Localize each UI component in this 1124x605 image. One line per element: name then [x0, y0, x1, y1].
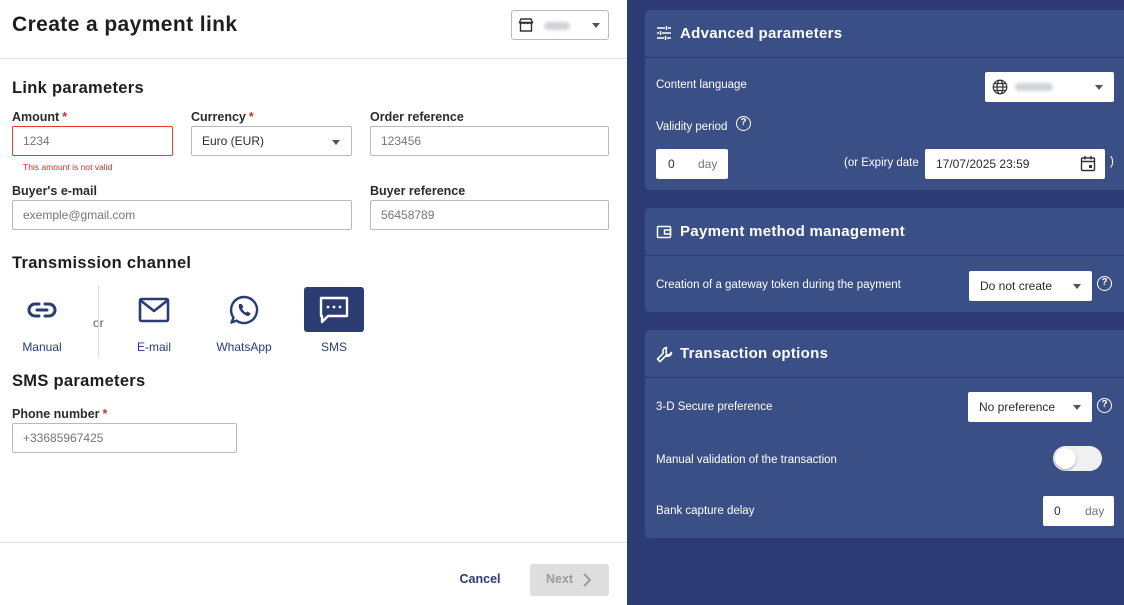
gateway-token-help-icon[interactable]: ?	[1097, 276, 1112, 291]
buyer-email-input[interactable]	[12, 200, 352, 230]
secure-preference-label: 3-D Secure preference	[656, 401, 773, 413]
transaction-options-header: Transaction options	[645, 330, 1124, 378]
chevron-down-icon	[332, 140, 340, 145]
manual-validation-toggle[interactable]	[1053, 446, 1102, 471]
validity-period-input[interactable]: 0 day	[656, 149, 728, 179]
bank-capture-delay-label: Bank capture delay	[656, 505, 755, 517]
expiry-date-input[interactable]: 17/07/2025 23:59	[925, 149, 1105, 179]
phone-number-input[interactable]	[12, 423, 237, 453]
buyer-email-label: Buyer's e-mail	[12, 184, 97, 198]
toggle-knob	[1055, 448, 1076, 469]
link-icon	[12, 287, 72, 332]
wrench-icon	[656, 346, 673, 368]
channel-separator	[98, 286, 99, 358]
buyer-reference-label: Buyer reference	[370, 184, 466, 198]
page-title: Create a payment link	[12, 13, 238, 36]
gateway-token-label: Creation of a gateway token during the p…	[656, 279, 901, 291]
calendar-icon[interactable]	[1080, 155, 1096, 175]
payment-method-header: Payment method management	[645, 208, 1124, 256]
channel-manual-label: Manual	[22, 340, 62, 354]
advanced-parameters-header: Advanced parameters	[645, 10, 1124, 58]
sms-parameters-heading: SMS parameters	[12, 372, 146, 390]
footer-divider	[0, 542, 627, 543]
expiry-date-label: (or Expiry date	[844, 157, 919, 169]
sliders-icon	[656, 25, 672, 46]
payment-method-card: Payment method management Creation of a …	[645, 208, 1124, 312]
channel-email[interactable]: E-mail	[124, 287, 184, 357]
chevron-down-icon	[592, 23, 600, 28]
buyer-reference-input[interactable]	[370, 200, 609, 230]
advanced-side-panel: Advanced parameters Content language Val…	[627, 0, 1124, 605]
amount-error: This amount is not valid	[23, 162, 113, 172]
transmission-channel-heading: Transmission channel	[12, 254, 192, 272]
currency-select[interactable]: Euro (EUR)	[191, 126, 352, 156]
wallet-icon	[656, 224, 672, 245]
shop-select-value	[544, 22, 570, 30]
order-reference-label: Order reference	[370, 110, 464, 124]
link-parameters-heading: Link parameters	[12, 79, 144, 97]
secure-preference-select[interactable]: No preference	[968, 392, 1092, 422]
manual-validation-label: Manual validation of the transaction	[656, 454, 837, 466]
content-language-value	[1015, 83, 1053, 91]
header-divider	[0, 58, 627, 59]
content-language-label: Content language	[656, 79, 747, 91]
sms-icon	[304, 287, 364, 332]
next-button[interactable]: Next	[530, 564, 609, 596]
advanced-parameters-card: Advanced parameters Content language Val…	[645, 10, 1124, 190]
chevron-right-icon	[582, 572, 592, 591]
channel-whatsapp-label: WhatsApp	[216, 340, 272, 354]
content-language-select[interactable]	[985, 72, 1114, 102]
chevron-down-icon	[1095, 85, 1103, 90]
validity-help-icon[interactable]: ?	[736, 116, 751, 131]
amount-input[interactable]	[12, 126, 173, 156]
chevron-down-icon	[1073, 405, 1081, 410]
phone-number-label: Phone number *	[12, 407, 108, 421]
payment-link-form: Create a payment link Link parameters Am…	[0, 0, 627, 605]
channel-sms-label: SMS	[320, 340, 347, 354]
mail-icon	[124, 287, 184, 332]
order-reference-input[interactable]	[370, 126, 609, 156]
channel-sms[interactable]: SMS	[304, 287, 364, 357]
channel-whatsapp[interactable]: WhatsApp	[214, 287, 274, 357]
cancel-button[interactable]: Cancel	[448, 565, 512, 593]
store-icon	[518, 17, 534, 38]
gateway-token-select[interactable]: Do not create	[969, 271, 1092, 301]
channel-email-label: E-mail	[136, 340, 171, 354]
chevron-down-icon	[1073, 284, 1081, 289]
secure-preference-help-icon[interactable]: ?	[1097, 398, 1112, 413]
expiry-close-paren: )	[1110, 156, 1114, 168]
channel-manual[interactable]: Manual	[12, 287, 72, 357]
whatsapp-icon	[214, 287, 274, 332]
bank-capture-delay-input[interactable]: 0 day	[1043, 496, 1114, 526]
transaction-options-card: Transaction options 3-D Secure preferenc…	[645, 330, 1124, 538]
amount-label: Amount *	[12, 110, 68, 124]
globe-icon	[992, 79, 1008, 98]
currency-label: Currency *	[191, 110, 254, 124]
validity-period-label: Validity period	[656, 121, 728, 133]
shop-select[interactable]	[511, 10, 609, 40]
